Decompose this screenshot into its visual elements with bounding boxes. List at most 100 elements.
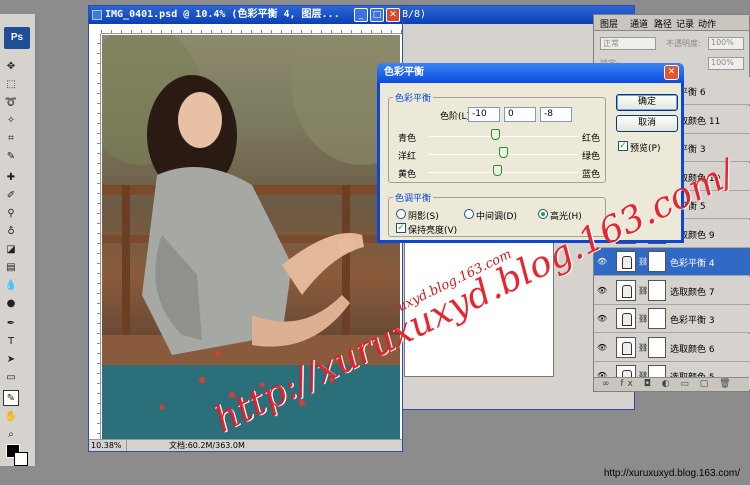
layer-name: 色彩平衡 3 xyxy=(670,316,715,326)
lasso-tool-icon[interactable]: ➰ xyxy=(3,94,19,110)
opacity-field[interactable]: 100% xyxy=(708,37,744,50)
healing-brush-icon[interactable]: ✚ xyxy=(3,169,19,185)
document-icon xyxy=(92,10,102,20)
tab-layers[interactable]: 图层 xyxy=(600,17,618,30)
chain-link-icon[interactable]: ⛓ xyxy=(638,314,648,323)
eraser-tool-icon[interactable]: ◪ xyxy=(3,241,19,257)
eye-icon[interactable]: 👁 xyxy=(597,343,608,352)
cyan-red-slider[interactable] xyxy=(491,129,500,140)
horizontal-ruler xyxy=(101,24,402,34)
blue-label: 蓝色 xyxy=(582,170,601,180)
close-button[interactable]: ✕ xyxy=(386,8,400,22)
layer-row[interactable]: 👁 ⛓ 选取颜色 6 xyxy=(594,333,750,362)
tone-balance-legend: 色调平衡 xyxy=(395,194,432,204)
minimize-button[interactable]: _ xyxy=(354,8,368,22)
magenta-green-slider[interactable] xyxy=(498,147,508,158)
adjustment-layer-icon xyxy=(616,251,636,272)
tools-panel: Ps ✥ ⬚ ➰ ✧ ⌗ ✎ ✚ ✐ ⚲ ♁ ◪ ▤ 💧 ● ✒ T ➤ ▭ ✎… xyxy=(0,14,36,466)
cyan-label: 青色 xyxy=(398,134,417,144)
layer-mask-thumbnail[interactable] xyxy=(648,251,666,272)
path-select-icon[interactable]: ➤ xyxy=(3,351,19,367)
green-label: 绿色 xyxy=(582,152,601,162)
tab-paths[interactable]: 路径 xyxy=(654,17,672,30)
red-label: 红色 xyxy=(582,134,601,144)
magenta-label: 洋红 xyxy=(398,152,417,162)
type-tool-icon[interactable]: T xyxy=(3,333,19,349)
document-title: IMG_0401.psd @ 10.4% (色彩平衡 4, 图层... xyxy=(105,9,340,20)
cancel-button[interactable]: 取消 xyxy=(616,115,678,132)
magic-wand-icon[interactable]: ✧ xyxy=(3,112,19,128)
yellow-label: 黄色 xyxy=(398,170,417,180)
stamp-tool-icon[interactable]: ⚲ xyxy=(3,205,19,221)
midtones-label[interactable]: 中间调(D) xyxy=(476,209,517,222)
vertical-ruler xyxy=(89,34,101,439)
opacity-label: 不透明度: xyxy=(666,39,701,48)
layer-mask-thumbnail[interactable] xyxy=(648,279,666,301)
tab-channels[interactable]: 通道 xyxy=(630,17,648,30)
ok-button[interactable]: 确定 xyxy=(616,94,678,111)
highlights-radio[interactable] xyxy=(538,209,548,219)
shape-tool-icon[interactable]: ▭ xyxy=(3,369,19,385)
dodge-tool-icon[interactable]: ● xyxy=(3,295,19,311)
blur-tool-icon[interactable]: 💧 xyxy=(3,277,19,293)
eye-icon[interactable]: 👁 xyxy=(597,314,608,323)
zoom-tool-icon[interactable]: ⌕ xyxy=(3,426,19,442)
footer-url: http://xuruxuxyd.blog.163.com/ xyxy=(603,468,740,479)
layer-mask-thumbnail[interactable] xyxy=(648,308,666,329)
preview-checkbox[interactable]: ✓ xyxy=(618,141,628,151)
adjustment-layer-icon xyxy=(616,279,636,301)
layer-row[interactable]: 👁 ⛓ 选取颜色 7 xyxy=(594,276,750,305)
preview-label[interactable]: 预览(P) xyxy=(630,141,660,154)
layer-name: 选取颜色 6 xyxy=(670,344,715,355)
level-yellow-blue-field[interactable]: -8 xyxy=(540,107,572,122)
pen-tool-icon[interactable]: ✒ xyxy=(3,315,19,331)
layer-row[interactable]: 👁 ⛓ 色彩平衡 4 xyxy=(594,248,750,276)
brush-tool-icon[interactable]: ✐ xyxy=(3,187,19,203)
yellow-blue-track xyxy=(428,172,578,173)
dialog-close-button[interactable]: ✕ xyxy=(664,65,679,80)
fill-field[interactable]: 100% xyxy=(708,57,744,70)
level-magenta-green-field[interactable]: 0 xyxy=(504,107,536,122)
photo-canvas[interactable] xyxy=(102,35,400,439)
layer-name: 色彩平衡 4 xyxy=(670,259,715,269)
layer-row[interactable]: 👁 ⛓ 色彩平衡 3 xyxy=(594,305,750,333)
eyedropper-tool-icon[interactable]: ✎ xyxy=(3,390,19,406)
adjustment-layer-icon xyxy=(616,336,636,358)
shadows-label[interactable]: 阴影(S) xyxy=(408,209,439,222)
layer-name: 选取颜色 7 xyxy=(670,287,715,298)
chain-link-icon[interactable]: ⛓ xyxy=(638,257,648,266)
document-status-bar: 10.38% 文档:60.2M/363.0M xyxy=(89,439,402,451)
preserve-luminosity-label[interactable]: 保持亮度(V) xyxy=(408,223,457,236)
marquee-tool-icon[interactable]: ⬚ xyxy=(3,76,19,92)
move-tool-icon[interactable]: ✥ xyxy=(3,58,19,74)
slice-tool-icon[interactable]: ✎ xyxy=(3,148,19,164)
tab-history[interactable]: 记录 xyxy=(676,17,694,30)
layers-panel-footer[interactable]: ∞ fx ◘ ◐ ▭ ▢ 🗑 xyxy=(594,377,749,391)
document-size-info[interactable]: 文档:60.2M/363.0M xyxy=(169,440,245,451)
color-balance-legend: 色彩平衡 xyxy=(395,94,432,104)
background-color-swatch[interactable] xyxy=(14,452,28,466)
blend-mode-select[interactable]: 正常 xyxy=(600,37,656,50)
layer-mask-thumbnail[interactable] xyxy=(648,336,666,358)
highlights-label[interactable]: 高光(H) xyxy=(550,209,582,222)
eye-icon[interactable]: 👁 xyxy=(597,286,608,295)
zoom-level[interactable]: 10.38% xyxy=(91,440,127,451)
chain-link-icon[interactable]: ⛓ xyxy=(638,286,648,295)
maximize-button[interactable]: □ xyxy=(370,8,384,22)
level-cyan-red-field[interactable]: -10 xyxy=(468,107,500,122)
crop-tool-icon[interactable]: ⌗ xyxy=(3,130,19,146)
history-brush-icon[interactable]: ♁ xyxy=(3,223,19,239)
tab-actions[interactable]: 动作 xyxy=(698,17,716,30)
yellow-blue-slider[interactable] xyxy=(492,165,502,176)
preserve-luminosity-checkbox[interactable]: ✓ xyxy=(396,223,406,233)
hand-tool-icon[interactable]: ✋ xyxy=(3,408,19,424)
cyan-red-track xyxy=(428,136,578,137)
gradient-tool-icon[interactable]: ▤ xyxy=(3,259,19,275)
photo-illustration xyxy=(102,35,400,439)
shadows-radio[interactable] xyxy=(396,209,406,219)
dialog-title[interactable]: 色彩平衡 xyxy=(377,63,684,83)
midtones-radio[interactable] xyxy=(464,209,474,219)
chain-link-icon[interactable]: ⛓ xyxy=(638,343,648,352)
photoshop-logo: Ps xyxy=(4,27,30,49)
layers-panel-tabs: 图层 通道 路径 记录 动作 xyxy=(594,15,749,31)
